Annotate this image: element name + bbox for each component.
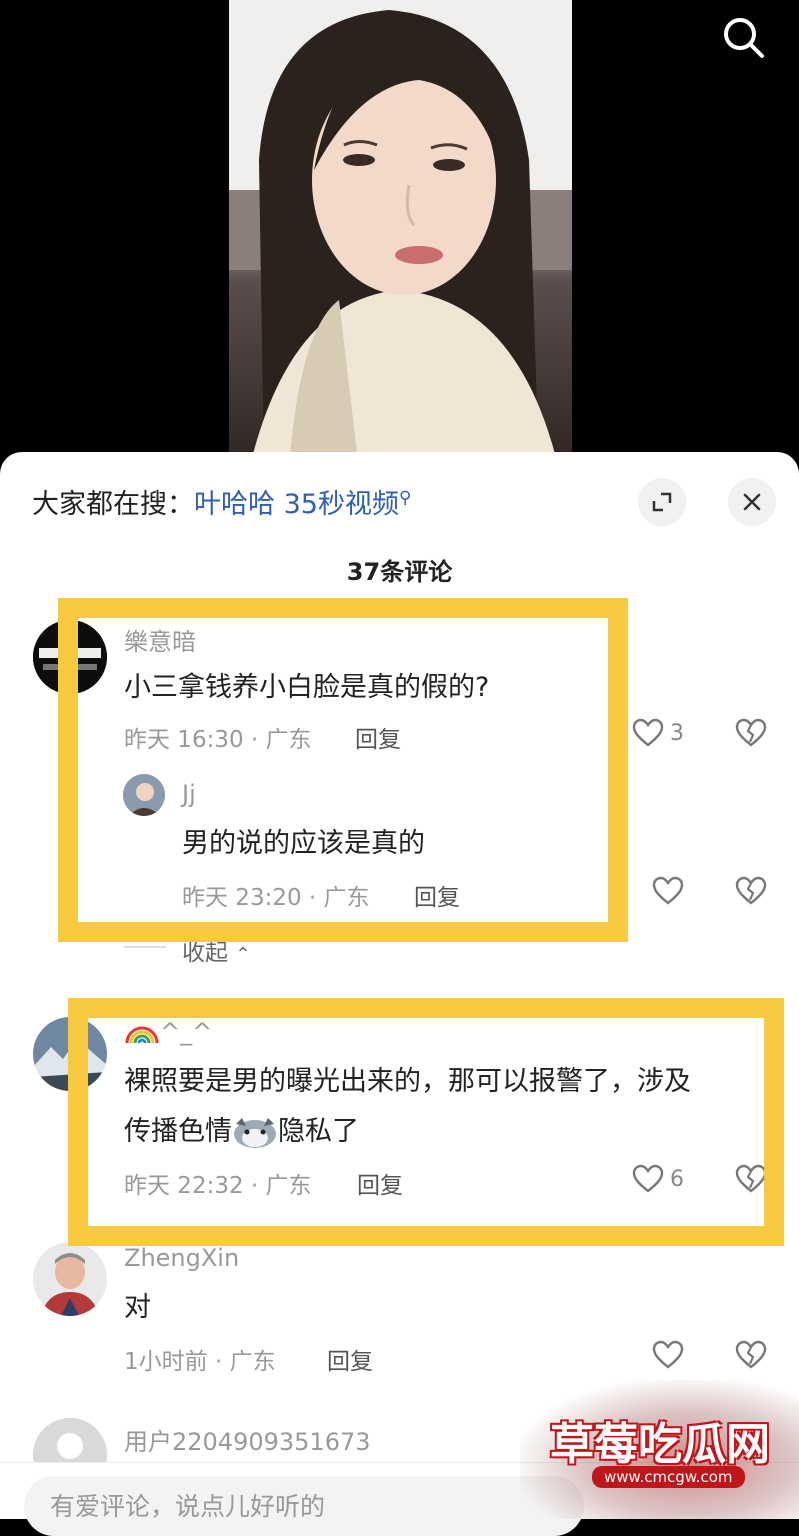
divider	[124, 946, 166, 948]
like-count: 3	[670, 720, 684, 746]
trending-prefix: 大家都在搜：	[32, 489, 194, 520]
like-count: 6	[670, 1166, 684, 1192]
avatar-image	[33, 1242, 107, 1316]
like-button[interactable]: 6	[632, 1164, 684, 1194]
avatar[interactable]	[33, 1242, 107, 1316]
heart-icon	[652, 1340, 684, 1369]
comment-text: 小三拿钱养小白脸是真的假的?	[124, 672, 490, 703]
search-icon: ⚲	[398, 488, 412, 508]
reply-meta: 昨天 23:20 · 广东	[182, 885, 370, 911]
heart-icon	[632, 718, 664, 747]
trending-search[interactable]: 大家都在搜：叶哈哈 35秒视频⚲	[32, 482, 411, 521]
divider	[0, 1462, 799, 1463]
comment-input-bar	[0, 1462, 799, 1536]
broken-heart-icon	[735, 1164, 767, 1193]
broken-heart-icon	[735, 876, 767, 905]
comment-meta: 1小时前 · 广东	[124, 1349, 276, 1375]
comment-username[interactable]: ^_^	[124, 1018, 212, 1046]
collapse-button[interactable]: 收起 ⌃	[182, 933, 250, 967]
comment-username[interactable]: 樂意暗	[124, 622, 196, 657]
comment-meta: 昨天 16:30 · 广东	[124, 727, 312, 753]
comment-text: 裸照要是男的曝光出来的，那可以报警了，涉及	[124, 1066, 691, 1097]
avatar[interactable]	[33, 1017, 107, 1091]
avatar[interactable]	[123, 774, 165, 816]
collapse-label: 收起	[182, 940, 228, 966]
dislike-button[interactable]	[735, 718, 767, 752]
broken-heart-icon	[735, 718, 767, 747]
comment-sheet: 大家都在搜：叶哈哈 35秒视频⚲ 37条评论 樂意暗 小三拿钱养小白脸是真的假的…	[0, 452, 799, 1519]
chevron-up-icon: ⌃	[235, 944, 251, 965]
person-illustration	[229, 0, 572, 470]
search-icon	[724, 18, 764, 58]
broken-heart-icon	[735, 1340, 767, 1369]
comment-text-line2: 传播色情 隐私了	[124, 1108, 359, 1156]
search-button[interactable]	[716, 10, 772, 66]
expand-button[interactable]	[638, 478, 686, 526]
reply-button[interactable]: 回复	[355, 720, 401, 754]
comment-username[interactable]: 用户2204909351673	[124, 1422, 371, 1457]
comment-count: 37条评论	[346, 558, 453, 586]
avatar[interactable]	[33, 620, 107, 694]
reply-username[interactable]: Jj	[182, 780, 196, 808]
husky-emoji	[234, 1117, 276, 1148]
reply-button[interactable]: 回复	[414, 878, 460, 912]
username-text: ^_^	[160, 1018, 213, 1046]
comment-input[interactable]	[24, 1476, 584, 1536]
reply-button[interactable]: 回复	[357, 1166, 403, 1200]
dislike-button[interactable]	[735, 1164, 767, 1198]
close-button[interactable]	[728, 478, 776, 526]
comment-text-part: 隐私了	[278, 1116, 359, 1147]
comment-username[interactable]: ZhengXin	[124, 1244, 239, 1272]
reply-button[interactable]: 回复	[327, 1342, 373, 1376]
comment-text: 对	[124, 1292, 151, 1323]
comment-text-part: 传播色情	[124, 1116, 232, 1147]
rainbow-emoji	[125, 1026, 159, 1044]
heart-icon	[632, 1164, 664, 1193]
close-icon	[743, 493, 761, 511]
dislike-button[interactable]	[735, 1340, 767, 1374]
heart-icon	[652, 876, 684, 905]
like-button[interactable]	[652, 876, 684, 906]
reply-text: 男的说的应该是真的	[182, 828, 425, 859]
video-frame[interactable]	[229, 0, 572, 470]
video-player[interactable]	[0, 0, 799, 470]
expand-icon	[652, 492, 672, 512]
comment-meta: 昨天 22:32 · 广东	[124, 1173, 312, 1199]
dislike-button[interactable]	[735, 876, 767, 910]
like-button[interactable]: 3	[632, 718, 684, 748]
like-button[interactable]	[652, 1340, 684, 1370]
avatar-image	[33, 1017, 107, 1091]
trending-keyword[interactable]: 叶哈哈 35秒视频	[194, 489, 399, 520]
avatar-image	[33, 620, 107, 694]
avatar-image	[123, 774, 165, 816]
